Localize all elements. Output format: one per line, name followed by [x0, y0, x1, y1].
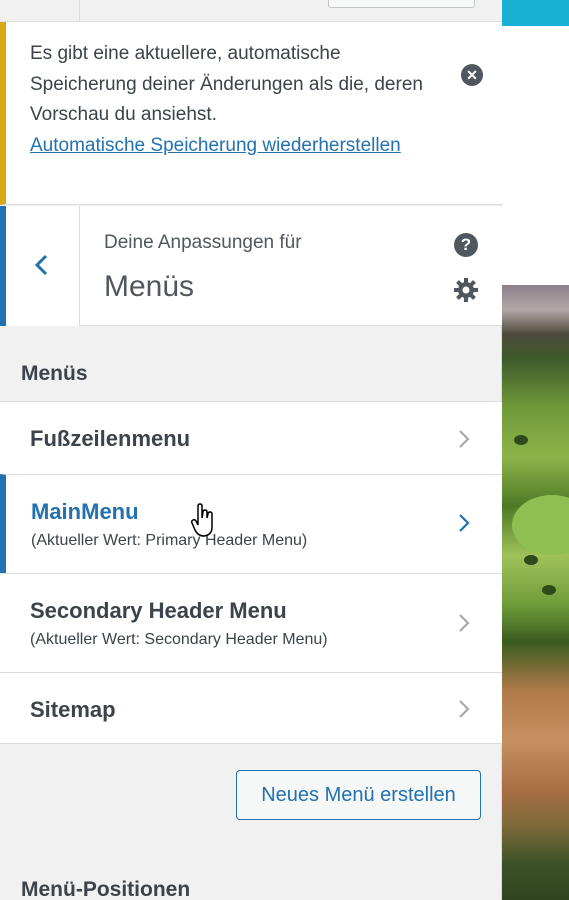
topbar-divider	[79, 0, 80, 22]
chevron-left-icon	[34, 254, 48, 276]
publish-button[interactable]	[328, 0, 475, 8]
preview-tree	[524, 555, 538, 565]
menu-item-fusszeilenmenu[interactable]: Fußzeilenmenu	[0, 401, 502, 474]
customizer-topbar	[0, 0, 502, 22]
menu-item-label: Sitemap	[30, 697, 116, 722]
menu-item-mainmenu[interactable]: MainMenu (Aktueller Wert: Primary Header…	[0, 474, 502, 573]
menus-section-heading: Menüs	[21, 362, 88, 385]
add-new-menu-button[interactable]: Neues Menü erstellen	[236, 770, 481, 820]
back-button[interactable]	[0, 206, 80, 326]
autosave-notice: Es gibt eine aktuellere, automatische Sp…	[0, 22, 502, 205]
notice-text: Es gibt eine aktuellere, automatische Sp…	[30, 43, 423, 125]
preview-tree	[542, 585, 556, 595]
menu-item-current-value: (Aktueller Wert: Primary Header Menu)	[31, 532, 308, 549]
hand-cursor-icon	[190, 503, 213, 537]
preview-hill	[512, 495, 569, 555]
site-preview	[502, 0, 569, 900]
menu-item-current-value: (Aktueller Wert: Secondary Header Menu)	[30, 631, 328, 648]
notice-message: Es gibt eine aktuellere, automatische Sp…	[30, 39, 450, 161]
help-icon[interactable]: ?	[454, 233, 478, 257]
gear-icon[interactable]	[453, 277, 479, 303]
chevron-right-icon	[459, 430, 470, 448]
customizer-panel: Es gibt eine aktuellere, automatische Sp…	[0, 0, 502, 900]
menu-locations-heading: Menü-Positionen	[21, 878, 191, 900]
menu-item-secondary-header-menu[interactable]: Secondary Header Menu (Aktueller Wert: S…	[0, 573, 502, 672]
menu-item-sitemap[interactable]: Sitemap	[0, 672, 502, 744]
section-title: Menüs	[104, 270, 195, 303]
preview-tree	[514, 435, 528, 445]
menu-item-label: Secondary Header Menu	[30, 598, 287, 623]
preview-landscape-image	[502, 285, 569, 900]
preview-header-bar	[502, 0, 569, 26]
section-subtitle: Deine Anpassungen für	[104, 232, 302, 253]
dismiss-circle-icon[interactable]: ✕	[461, 64, 483, 86]
menu-item-label: Fußzeilenmenu	[30, 426, 191, 451]
section-header: Deine Anpassungen für Menüs ?	[0, 206, 502, 326]
chevron-right-icon	[459, 700, 470, 718]
chevron-right-icon	[459, 614, 470, 632]
chevron-right-icon	[459, 514, 470, 532]
menu-item-label: MainMenu	[31, 499, 139, 524]
restore-autosave-link[interactable]: Automatische Speicherung wiederherstelle…	[30, 131, 450, 162]
